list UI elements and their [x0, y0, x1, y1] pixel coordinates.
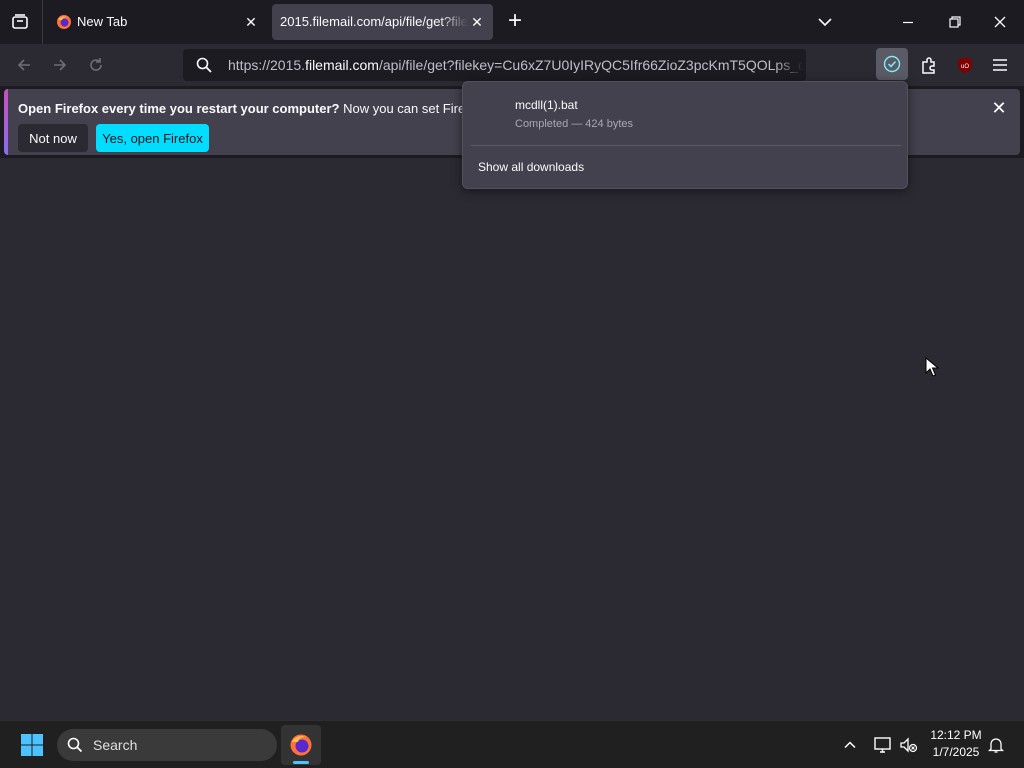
restore-icon[interactable] — [947, 14, 963, 30]
address-bar[interactable]: https://2015.filemail.com/api/file/get?f… — [183, 49, 806, 81]
tabstrip-divider — [42, 0, 43, 44]
download-status: Completed — 424 bytes — [515, 118, 634, 130]
network-icon[interactable] — [873, 735, 893, 755]
yes-open-firefox-button[interactable]: Yes, open Firefox — [96, 124, 209, 152]
notification-bell-icon[interactable] — [987, 736, 1005, 754]
reload-button[interactable] — [83, 52, 109, 78]
taskbar-firefox-button[interactable] — [281, 725, 321, 765]
clock-time[interactable]: 12:12 PM — [925, 728, 987, 742]
close-window-icon[interactable] — [992, 14, 1008, 30]
tab-close-button[interactable]: ✕ — [241, 12, 261, 32]
notification-title: Open Firefox every time you restart your… — [18, 101, 340, 116]
list-all-tabs-icon[interactable] — [816, 13, 834, 31]
back-button[interactable] — [11, 52, 37, 78]
volume-muted-icon[interactable] — [899, 735, 919, 755]
svg-text:uO: uO — [961, 64, 969, 70]
firefox-view-icon — [12, 14, 28, 29]
show-all-downloads-link[interactable]: Show all downloads — [478, 160, 584, 174]
mouse-cursor-icon — [925, 357, 939, 377]
firefox-logo-icon — [290, 734, 312, 756]
reload-icon — [90, 58, 102, 71]
taskbar-search-box[interactable]: Search — [57, 729, 277, 761]
windows-taskbar: Search 12:12 PM 1/7/2025 — [0, 720, 1024, 768]
tab-title: 2015.filemail.com/api/file/get?filekey= — [280, 14, 468, 29]
downloads-button[interactable] — [876, 48, 908, 80]
url-text: https://2015.filemail.com/api/file/get?f… — [228, 57, 803, 73]
tab-filemail[interactable]: 2015.filemail.com/api/file/get?filekey= … — [272, 4, 493, 40]
search-icon — [67, 737, 83, 753]
show-hidden-icons-icon[interactable] — [842, 737, 858, 753]
tab-close-button[interactable]: ✕ — [467, 12, 487, 32]
download-item[interactable]: mcdll(1).bat Completed — 424 bytes — [469, 88, 901, 142]
new-tab-button[interactable]: + — [504, 8, 526, 34]
back-arrow-icon — [17, 59, 30, 71]
download-complete-icon — [883, 55, 901, 73]
ublock-origin-icon[interactable]: uO — [955, 55, 975, 75]
notification-accent — [4, 89, 8, 155]
menu-icon[interactable] — [990, 55, 1010, 75]
url-host: filemail.com — [305, 57, 379, 73]
forward-button[interactable] — [47, 52, 73, 78]
forward-arrow-icon — [54, 59, 67, 71]
firefox-logo-icon — [57, 15, 71, 29]
tab-strip: New Tab ✕ 2015.filemail.com/api/file/get… — [0, 0, 1024, 44]
active-app-indicator — [293, 761, 309, 764]
tab-list-button[interactable] — [8, 10, 32, 34]
tab-title: New Tab — [77, 14, 128, 29]
navigation-toolbar: https://2015.filemail.com/api/file/get?f… — [0, 44, 1024, 86]
page-content — [0, 158, 1024, 720]
tab-new-tab[interactable]: New Tab ✕ — [48, 4, 268, 40]
downloads-panel: mcdll(1).bat Completed — 424 bytes Show … — [462, 81, 908, 189]
search-label: Search — [93, 737, 138, 753]
clock-date[interactable]: 1/7/2025 — [925, 745, 987, 759]
url-path: /api/file/get?filekey=Cu6xZ7U0IyIRyQC5If… — [378, 57, 803, 73]
notification-message: Open Firefox every time you restart your… — [18, 101, 508, 116]
minimize-icon[interactable] — [900, 15, 916, 31]
url-prefix: https://2015. — [228, 57, 306, 73]
search-icon — [196, 57, 212, 73]
not-now-button[interactable]: Not now — [18, 124, 88, 152]
windows-start-icon[interactable] — [20, 733, 44, 757]
download-filename: mcdll(1).bat — [515, 98, 578, 112]
extensions-icon[interactable] — [919, 55, 939, 75]
panel-separator — [471, 145, 901, 146]
notification-close-button[interactable]: ✕ — [988, 97, 1010, 119]
